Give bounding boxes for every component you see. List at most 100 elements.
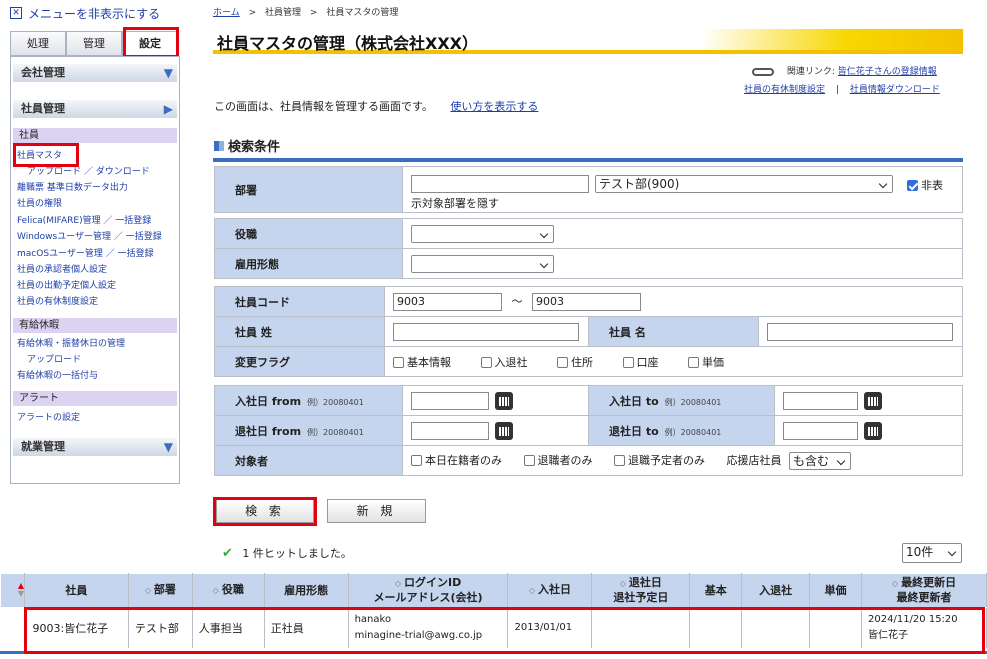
breadcrumb-separator: > [309,8,318,18]
section-company[interactable]: 会社管理 ▼ [13,64,177,82]
breadcrumb-separator: > [248,8,257,18]
code-from-input[interactable]: 9003 [393,292,502,311]
support-label: 応援店社員 [726,453,782,467]
link-chain-icon [752,67,774,76]
calendar-icon[interactable] [495,421,513,440]
link-paid-leave-setting[interactable]: 社員の有休制度設定 [744,85,825,95]
link-alert-setting[interactable]: アラートの設定 [17,412,80,424]
calendar-icon[interactable] [495,391,513,410]
leave-to-input[interactable] [783,421,858,440]
section-work[interactable]: 就業管理 ▼ [13,438,177,456]
hide-menu-toggle[interactable]: ✕ メニューを非表示にする [10,5,160,21]
cell-unit-price [809,607,863,648]
hide-menu-label: メニューを非表示にする [28,6,161,21]
cell-dept: テスト部 [128,607,193,648]
first-name-input[interactable] [767,322,953,341]
link-attendance-plan[interactable]: 社員の出勤予定個人設定 [17,280,116,292]
leave-from-input[interactable] [411,421,489,440]
link-paid-leave-system[interactable]: 社員の有休制度設定 [17,296,98,308]
link-leave-mgmt[interactable]: 有給休暇・振替休日の管理 [17,338,125,350]
search-button[interactable]: 検 索 [216,499,314,523]
calendar-icon[interactable] [864,391,882,410]
hide-dept-option[interactable]: 非表 [907,177,943,193]
result-message: ✔ 1 件ヒットしました。 [222,545,352,561]
link-upload[interactable]: アップロード [27,354,81,366]
flag-basic[interactable]: 基本情報 [393,356,451,369]
dept-select[interactable]: テスト部(900) [595,174,893,193]
breadcrumb-home[interactable]: ホーム [213,8,240,18]
link-permissions[interactable]: 社員の権限 [17,198,62,210]
calendar-icon[interactable] [864,421,882,440]
link-approver[interactable]: 社員の承認者個人設定 [17,264,107,276]
target-label: 対象者 [214,445,403,476]
link-bulk-grant[interactable]: 有給休暇の一括付与 [17,370,98,382]
header-unit-price: 単価 [809,573,863,608]
code-label: 社員コード [214,286,385,317]
employment-select[interactable] [411,254,554,273]
table-row[interactable]: 9003:皆仁花子 テスト部 人事担当 正社員 hanako minagine-t… [0,607,987,648]
related-links-2: 社員の有休制度設定 | 社員情報ダウンロード [744,82,940,95]
link-upload-download[interactable]: アップロード ／ ダウンロード [27,166,150,178]
result-table: ▲ ▼ 社員 ◇ 部署 ◇ 役職 雇用形態 ◇ ログインID メールアドレス(会社) ◇ 入… [0,573,987,648]
position-table: 役職 雇用形態 [214,218,963,279]
target-retiring[interactable]: 退職予定者のみ [614,454,705,467]
tab-settings[interactable]: 設定 [122,31,178,56]
chevron-down-icon: ▼ [163,440,173,454]
breadcrumb: ホーム > 社員管理 > 社員マスタの管理 [213,5,398,18]
flag-join-leave[interactable]: 入退社 [480,356,528,369]
leave-from-label: 退社日 from 例）20080401 [214,415,403,446]
table-bottom-line [0,651,987,654]
target-current[interactable]: 本日在籍者のみ [411,454,502,467]
header-dept[interactable]: ◇ 部署 [127,573,193,608]
group-employee: 社員 [13,128,177,143]
header-employee[interactable]: 社員 [23,573,129,608]
join-from-input[interactable] [411,391,489,410]
header-join[interactable]: ◇ 入社日 [507,573,593,608]
flag-unit-price[interactable]: 単価 [688,356,724,369]
link-employee-download[interactable]: 社員情報ダウンロード [850,85,940,95]
new-button[interactable]: 新 規 [327,499,426,523]
grid-icon [214,140,224,151]
target-retired[interactable]: 退職者のみ [523,454,593,467]
link-resignation[interactable]: 離職票 基準日数データ出力 [17,182,128,194]
link-registration-info[interactable]: 皆仁花子さんの登録情報 [838,67,937,77]
flag-address[interactable]: 住所 [557,356,593,369]
header-leave[interactable]: ◇ 退社日 退社予定日 [591,573,691,608]
cell-login-email: hanako minagine-trial@awg.co.jp [348,607,509,648]
header-basic: 基本 [689,573,743,608]
join-to-input[interactable] [783,391,858,410]
link-macos-user[interactable]: macOSユーザー管理 ／ 一括登録 [17,248,154,260]
hide-dept-label-2: 示対象部署を隠す [411,196,499,210]
last-name-input[interactable] [393,322,579,341]
link-felica[interactable]: Felica(MIFARE)管理 ／ 一括登録 [17,215,151,227]
tab-processing[interactable]: 処理 [10,31,66,56]
link-windows-user[interactable]: Windowsユーザー管理 ／ 一括登録 [17,231,162,243]
code-tilde: ～ [511,294,523,308]
per-page-select[interactable]: 10件 [902,543,962,563]
leave-to-label: 退社日 to 例）20080401 [588,415,775,446]
cell-employee[interactable]: 9003:皆仁花子 [0,607,129,648]
hide-dept-checkbox[interactable] [907,180,918,191]
breadcrumb-mid: 社員管理 [265,8,302,18]
position-select[interactable] [411,224,554,243]
section-employee[interactable]: 社員管理 ▶ [13,100,177,118]
dept-code-input[interactable] [411,174,589,193]
header-position[interactable]: ◇ 役職 [191,573,265,608]
code-to-input[interactable]: 9003 [532,292,641,311]
support-select[interactable]: も含む [789,451,851,470]
related-sep: | [835,85,839,95]
sort-active-icon[interactable]: ▲ ▼ [0,573,25,608]
tab-management[interactable]: 管理 [66,31,122,56]
link-how-to-use[interactable]: 使い方を表示する [450,100,538,113]
header-updated[interactable]: ◇ 最終更新日 最終更新者 [861,573,987,608]
first-name-label: 社員 名 [588,316,759,347]
section-employee-label: 社員管理 [21,102,65,115]
intro: この画面は、社員情報を管理する画面です。 使い方を表示する [214,98,538,114]
related-links: 関連リンク: 皆仁花子さんの登録情報 [752,64,937,77]
flag-account[interactable]: 口座 [622,356,659,369]
header-login-email[interactable]: ◇ ログインID メールアドレス(会社) [347,573,509,608]
date-table: 入社日 from 例）20080401 入社日 to 例）20080401 退社日 … [214,385,963,476]
link-employee-master[interactable]: 社員マスタ [17,150,62,162]
last-name-label: 社員 姓 [214,316,385,347]
cell-position: 人事担当 [192,607,265,648]
